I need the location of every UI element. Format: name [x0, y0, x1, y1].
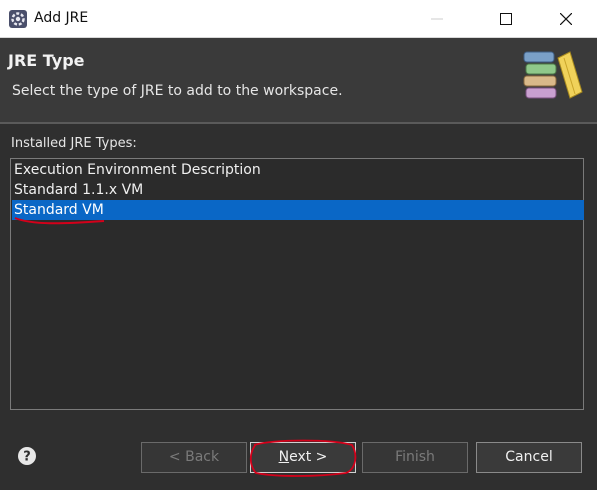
cancel-button[interactable]: Cancel — [476, 442, 582, 473]
jre-type-list[interactable]: Execution Environment Description Standa… — [10, 158, 584, 410]
annotation-underline — [14, 217, 105, 225]
close-icon — [560, 13, 572, 25]
finish-button[interactable]: Finish — [362, 442, 468, 473]
back-button[interactable]: < Back — [141, 442, 247, 473]
jre-type-item[interactable]: Standard 1.1.x VM — [12, 180, 584, 200]
next-button[interactable]: Next > — [250, 442, 356, 473]
page-description: Select the type of JRE to add to the wor… — [12, 83, 343, 99]
installed-jre-types-label: Installed JRE Types: — [11, 136, 137, 151]
eclipse-gear-icon — [9, 10, 27, 28]
header-separator — [0, 122, 597, 124]
next-mnemonic: N — [278, 449, 290, 465]
wizard-header: JRE Type Select the type of JRE to add t… — [0, 38, 597, 122]
library-books-icon — [523, 51, 583, 99]
title-bar: Add JRE — [0, 0, 597, 38]
close-button[interactable] — [543, 0, 589, 38]
page-title: JRE Type — [8, 51, 85, 70]
jre-type-item[interactable]: Execution Environment Description — [12, 160, 584, 180]
next-label: ext > — [289, 449, 328, 465]
minimize-button[interactable] — [414, 0, 460, 38]
question-icon[interactable]: ? — [17, 446, 37, 466]
minimize-icon — [431, 18, 443, 20]
svg-text:?: ? — [23, 450, 31, 465]
window-title: Add JRE — [34, 10, 89, 26]
maximize-icon — [500, 13, 512, 25]
maximize-button[interactable] — [483, 0, 529, 38]
